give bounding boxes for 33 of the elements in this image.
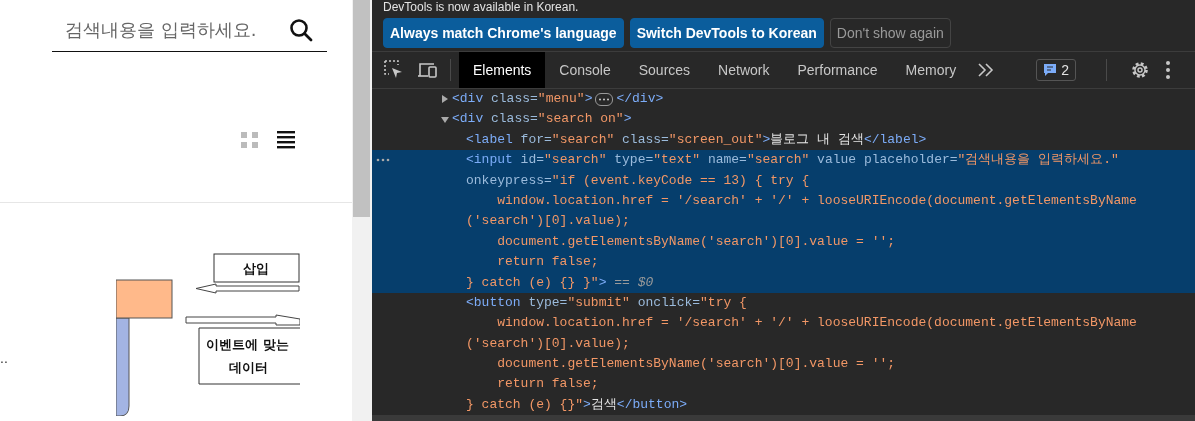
panel-tab[interactable]: Elements [459,52,546,88]
code-line[interactable]: window.location.href = '/search' + '/' + looseURIEncode(document.getElementsByName [372,313,1195,334]
code-line[interactable]: <div class="menu"> </div> [372,89,1195,110]
panel-tab[interactable]: Console [545,52,625,88]
truncated-text: .. [0,350,8,366]
settings-icon[interactable] [1129,59,1151,81]
list-view-button[interactable] [276,130,296,150]
code-line[interactable]: ('search')[0].value); [372,333,1195,355]
search-field[interactable]: 검색내용을 입력하세요. [52,19,289,40]
search-icon[interactable] [289,17,313,42]
code-line[interactable]: } catch (e) {}">검색</button> [372,394,1195,415]
collapsed-triangle-icon[interactable] [440,94,450,105]
code-line[interactable]: <div class="search on"> [372,109,1195,130]
issues-button[interactable]: 2 [1036,59,1076,81]
diagram-drawing: 삽입 이벤트에 맞는 데이터 [116,250,300,416]
panel-tab[interactable]: Memory [891,52,971,88]
code-line[interactable]: return false; [372,374,1195,395]
message-icon [1043,63,1058,77]
dismiss-button[interactable]: Don't show again [829,18,951,48]
expanded-triangle-icon[interactable] [440,114,450,125]
infobar-message: DevTools is now available in Korean. [383,0,580,14]
panel-tab[interactable]: Sources [624,52,705,88]
code-line[interactable]: document.getElementsByName('search')[0].value = ''; [372,354,1195,375]
scrollbar-thumb[interactable] [353,0,370,217]
code-line[interactable]: <button type="submit" onclick="try { [372,292,1195,314]
more-options-icon[interactable] [1165,60,1171,80]
language-button[interactable]: Switch DevTools to Korean [629,18,824,48]
ellipsis-icon[interactable] [595,92,614,106]
language-button[interactable]: Always match Chrome's language [383,18,624,48]
code-line[interactable]: <label for="search" class="screen_out">블로그 내 검색</label> [372,129,1195,151]
panel-tab[interactable]: Network [704,52,784,88]
panel-tab[interactable]: Performance [783,52,892,88]
more-icon[interactable] [376,158,390,163]
